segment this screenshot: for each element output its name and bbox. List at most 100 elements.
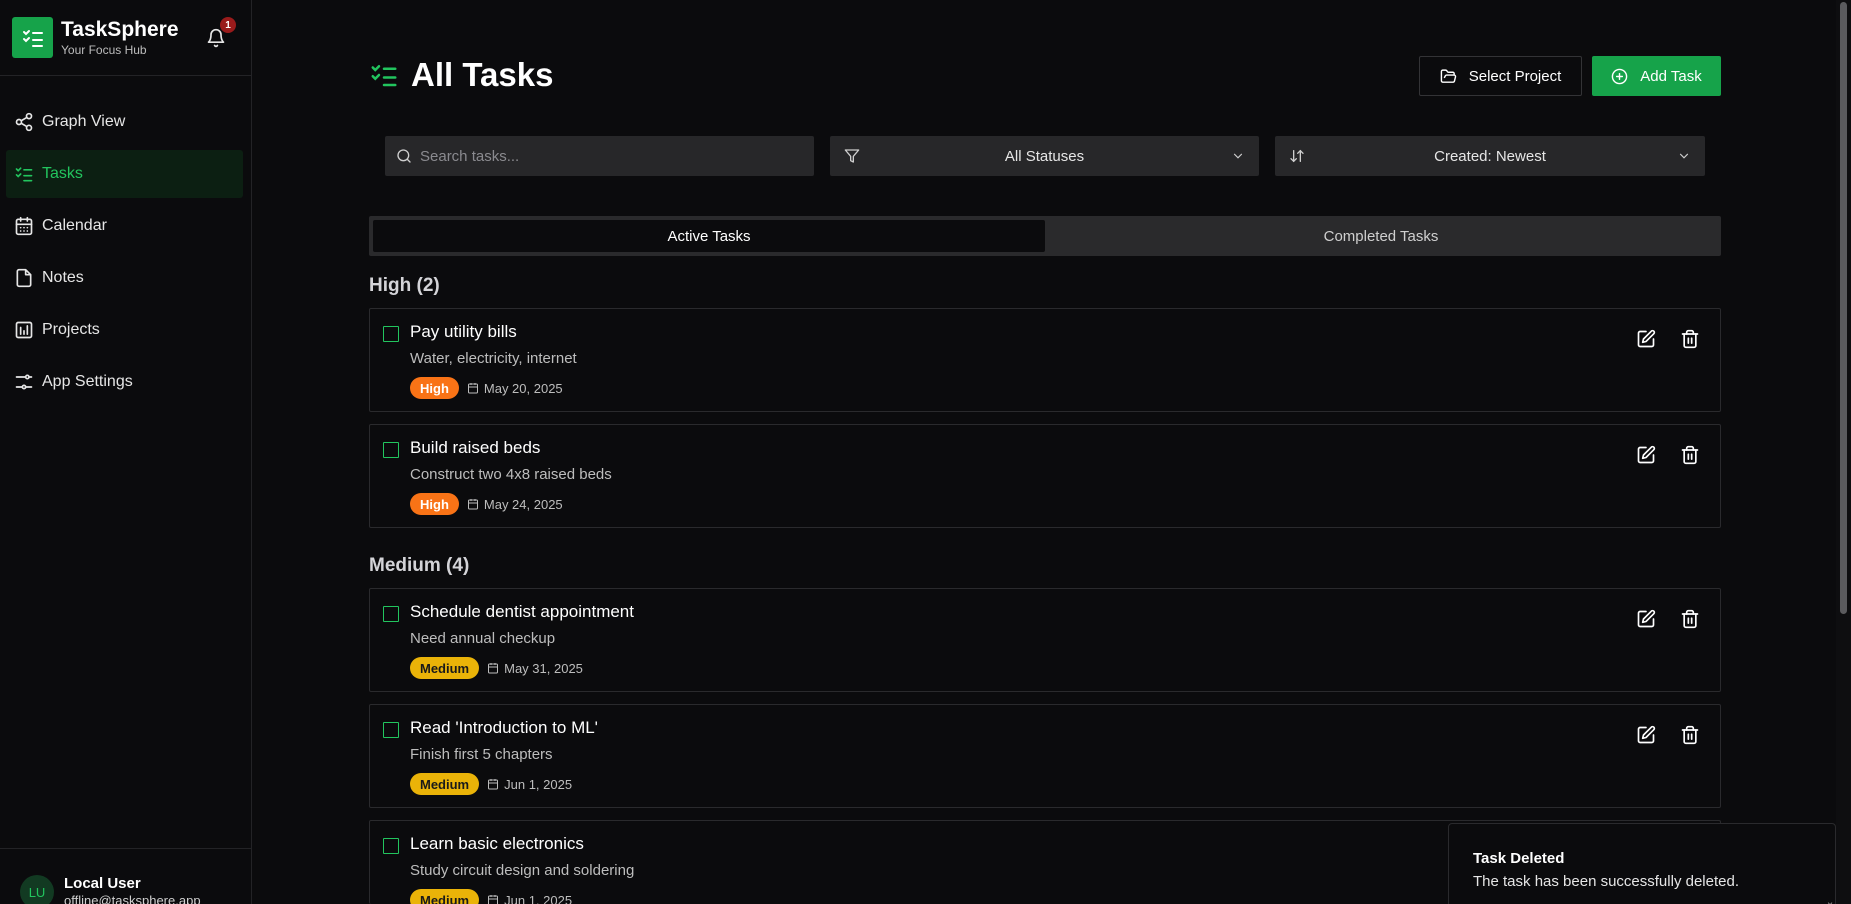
scrollbar[interactable] xyxy=(1836,0,1851,904)
user-name: Local User xyxy=(64,875,141,892)
due-date-text: May 24, 2025 xyxy=(483,496,563,512)
priority-badge: Medium xyxy=(410,773,480,795)
task-meta: Medium Jun 1, 2025 xyxy=(410,773,572,795)
calendar-icon xyxy=(488,663,499,674)
page-title: All Tasks xyxy=(411,56,554,93)
share-graph-icon xyxy=(15,112,33,132)
sidebar-nav: Graph View Tasks Calendar Notes Projects… xyxy=(0,76,251,406)
task-meta: High May 24, 2025 xyxy=(410,493,563,515)
calendar-icon xyxy=(488,779,499,790)
sidebar-item-label: Tasks xyxy=(42,165,83,182)
trash-icon[interactable] xyxy=(1680,609,1700,629)
calendar-icon xyxy=(488,895,499,904)
edit-icon[interactable] xyxy=(1636,329,1656,349)
calendar-icon xyxy=(467,383,478,394)
sort-select[interactable]: Created: Newest xyxy=(1275,136,1705,176)
task-title: Build raised beds xyxy=(410,438,541,457)
due-date-text: Jun 1, 2025 xyxy=(504,892,573,904)
task-title: Pay utility bills xyxy=(410,322,517,341)
task-title: Learn basic electronics xyxy=(410,834,584,853)
sidebar-item-label: Projects xyxy=(42,321,100,338)
sidebar-item-app-settings[interactable]: App Settings xyxy=(6,358,243,406)
list-checks-icon xyxy=(15,167,33,182)
file-icon xyxy=(16,268,32,288)
task-description: Water, electricity, internet xyxy=(410,350,577,367)
due-date-text: Jun 1, 2025 xyxy=(504,776,573,792)
plus-circle-icon xyxy=(1611,68,1628,84)
status-filter-value: All Statuses xyxy=(1004,147,1085,165)
list-checks-icon xyxy=(371,65,397,87)
group-title-medium: Medium (4) xyxy=(369,555,470,576)
task-meta: Medium Jun 1, 2025 xyxy=(410,889,572,904)
sort-arrows-icon xyxy=(1290,149,1304,163)
app-logo-icon xyxy=(12,17,53,58)
task-card: Schedule dentist appointment Need annual… xyxy=(369,588,1721,692)
tab-active-tasks[interactable]: Active Tasks xyxy=(373,220,1045,252)
task-meta: Medium May 31, 2025 xyxy=(410,657,583,679)
sidebar-item-notes[interactable]: Notes xyxy=(6,254,243,302)
task-title: Schedule dentist appointment xyxy=(410,602,634,621)
task-meta: High May 20, 2025 xyxy=(410,377,563,399)
toast-message: The task has been successfully deleted. xyxy=(1473,873,1739,890)
task-tabs: Active Tasks Completed Tasks xyxy=(369,216,1721,256)
sidebar-item-label: App Settings xyxy=(42,373,133,390)
priority-badge: High xyxy=(410,377,459,399)
user-profile[interactable]: LU Local User offline@tasksphere.app xyxy=(0,848,252,904)
calendar-icon xyxy=(467,499,478,510)
task-card: Pay utility bills Water, electricity, in… xyxy=(369,308,1721,412)
add-task-label: Add Task xyxy=(1640,67,1702,85)
search-icon xyxy=(397,149,411,163)
sliders-icon xyxy=(15,374,33,390)
select-project-label: Select Project xyxy=(1468,67,1562,85)
search-input[interactable]: Search tasks... xyxy=(385,136,814,176)
edit-icon[interactable] xyxy=(1636,609,1656,629)
add-task-button[interactable]: Add Task xyxy=(1592,56,1721,96)
brand-header: TaskSphere Your Focus Hub 1 xyxy=(0,0,251,76)
task-checkbox[interactable] xyxy=(383,442,399,458)
filter-icon xyxy=(844,149,860,163)
task-checkbox[interactable] xyxy=(383,838,399,854)
avatar: LU xyxy=(20,875,54,904)
edit-icon[interactable] xyxy=(1636,725,1656,745)
folder-open-icon xyxy=(1440,68,1456,83)
chart-board-icon xyxy=(15,321,33,339)
trash-icon[interactable] xyxy=(1680,329,1700,349)
close-icon[interactable]: × xyxy=(1827,900,1833,904)
sidebar-item-tasks[interactable]: Tasks xyxy=(6,150,243,198)
sidebar-item-graph-view[interactable]: Graph View xyxy=(6,98,243,146)
due-date: May 20, 2025 xyxy=(467,381,563,396)
sidebar-item-projects[interactable]: Projects xyxy=(6,306,243,354)
due-date-text: May 31, 2025 xyxy=(504,660,583,676)
trash-icon[interactable] xyxy=(1680,445,1700,465)
calendar-icon xyxy=(15,216,33,236)
task-description: Finish first 5 chapters xyxy=(410,746,553,763)
sidebar-item-label: Notes xyxy=(42,269,84,286)
task-checkbox[interactable] xyxy=(383,606,399,622)
edit-icon[interactable] xyxy=(1636,445,1656,465)
task-description: Need annual checkup xyxy=(410,630,556,647)
task-checkbox[interactable] xyxy=(383,722,399,738)
task-card: Read 'Introduction to ML' Finish first 5… xyxy=(369,704,1721,808)
toast-title: Task Deleted xyxy=(1473,850,1565,867)
priority-badge: High xyxy=(410,493,459,515)
due-date: May 31, 2025 xyxy=(487,661,583,676)
brand-text: TaskSphere Your Focus Hub xyxy=(61,18,179,58)
trash-icon[interactable] xyxy=(1680,725,1700,745)
user-info: Local User offline@tasksphere.app xyxy=(64,875,201,904)
scrollbar-thumb[interactable] xyxy=(1840,2,1847,614)
toast-notification: Task Deleted The task has been successfu… xyxy=(1448,823,1836,904)
task-title: Read 'Introduction to ML' xyxy=(410,718,598,737)
task-checkbox[interactable] xyxy=(383,326,399,342)
page-header: All Tasks xyxy=(369,56,553,94)
due-date: Jun 1, 2025 xyxy=(487,777,572,792)
due-date: May 24, 2025 xyxy=(467,497,563,512)
notification-count-badge: 1 xyxy=(220,17,236,33)
due-date: Jun 1, 2025 xyxy=(487,893,572,904)
tab-completed-tasks[interactable]: Completed Tasks xyxy=(1045,220,1717,252)
sidebar-item-calendar[interactable]: Calendar xyxy=(6,202,243,250)
task-card: Build raised beds Construct two 4x8 rais… xyxy=(369,424,1721,528)
sidebar-item-label: Graph View xyxy=(42,113,126,130)
status-filter-select[interactable]: All Statuses xyxy=(830,136,1259,176)
select-project-button[interactable]: Select Project xyxy=(1419,56,1582,96)
priority-badge: Medium xyxy=(410,889,480,904)
